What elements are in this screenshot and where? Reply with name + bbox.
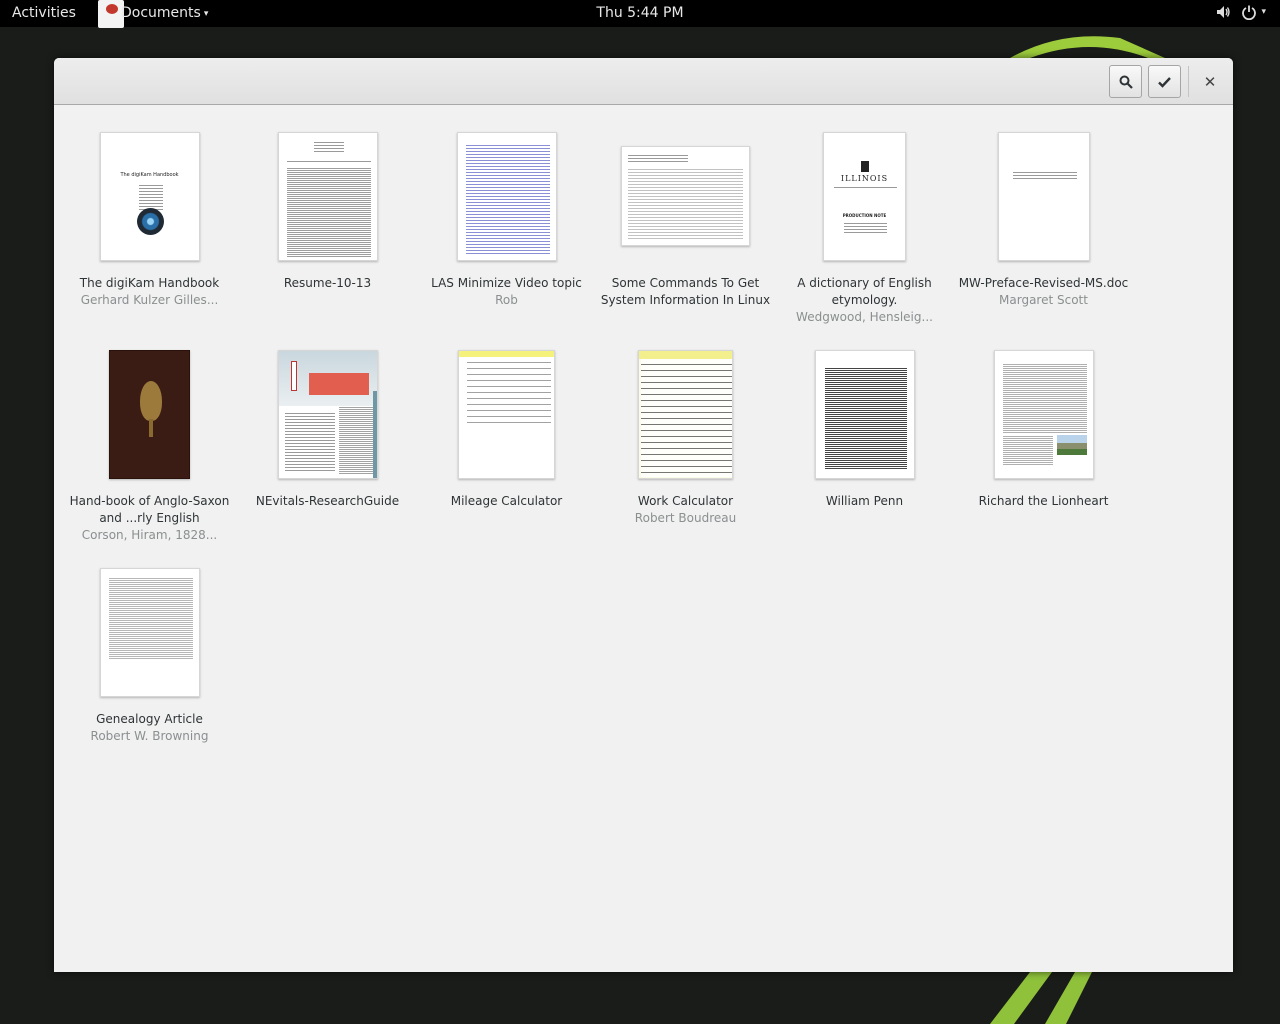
document-thumbnail	[621, 146, 750, 246]
document-title: Resume-10-13	[283, 276, 372, 290]
close-icon: ✕	[1203, 73, 1217, 91]
search-button[interactable]	[1109, 65, 1142, 98]
app-menu[interactable]: Documents ▾	[98, 0, 208, 28]
document-thumbnail	[109, 349, 190, 479]
thumbnail-note: PRODUCTION NOTE	[842, 212, 887, 218]
document-thumbnail	[277, 349, 378, 479]
document-tile[interactable]: Hand-book of Anglo-Saxon and ...rly Engl…	[60, 347, 239, 544]
clock[interactable]: Thu 5:44 PM	[596, 5, 683, 21]
document-tile[interactable]: Resume-10-13	[238, 129, 417, 292]
search-icon	[1119, 75, 1133, 89]
document-tile[interactable]: Work Calculator Robert Boudreau	[596, 347, 775, 527]
app-menu-label: Documents	[121, 5, 201, 21]
document-title: William Penn	[825, 494, 904, 508]
activities-button[interactable]: Activities	[12, 5, 76, 21]
document-tile[interactable]: Richard the Lionheart	[954, 347, 1133, 510]
document-author: Margaret Scott	[999, 293, 1088, 307]
document-thumbnail	[997, 131, 1090, 261]
thumbnail-institution: ILLINOIS	[840, 173, 889, 183]
digikam-logo-icon	[136, 207, 164, 235]
document-author: Corson, Hiram, 1828...	[81, 528, 218, 542]
selection-mode-button[interactable]	[1148, 65, 1181, 98]
header-bar: ✕	[54, 58, 1233, 105]
document-title: The digiKam Handbook	[79, 276, 220, 290]
document-title: Richard the Lionheart	[978, 494, 1109, 508]
document-thumbnail: ILLINOIS PRODUCTION NOTE	[823, 131, 906, 261]
document-title: Some Commands To Get System Information …	[600, 276, 771, 307]
thumbnail-title: The digiKam Handbook	[120, 171, 179, 178]
document-thumbnail	[277, 131, 378, 261]
document-thumbnail	[993, 349, 1094, 479]
document-title: Mileage Calculator	[450, 494, 563, 508]
document-thumbnail	[456, 131, 557, 261]
document-author: Wedgwood, Hensleig...	[796, 310, 933, 324]
document-tile[interactable]: Mileage Calculator	[417, 347, 596, 510]
document-tile[interactable]: Genealogy Article Robert W. Browning	[60, 565, 239, 745]
document-author: Gerhard Kulzer Gilles...	[80, 293, 219, 307]
document-title: Hand-book of Anglo-Saxon and ...rly Engl…	[69, 494, 230, 525]
document-author: Robert W. Browning	[90, 729, 209, 743]
document-title: MW-Preface-Revised-MS.doc	[958, 276, 1129, 290]
document-title: Genealogy Article	[96, 712, 203, 726]
document-thumbnail	[814, 349, 915, 479]
document-title: LAS Minimize Video topic	[431, 276, 582, 290]
system-tray[interactable]: ▾	[1215, 4, 1266, 20]
document-tile[interactable]: LAS Minimize Video topic Rob	[417, 129, 596, 309]
header-separator	[1188, 66, 1189, 97]
castle-photo-icon	[1056, 434, 1087, 455]
volume-icon[interactable]	[1215, 4, 1231, 20]
top-bar: Activities Documents ▾ Thu 5:44 PM ▾	[0, 0, 1280, 28]
book-cover-emblem-icon	[140, 380, 162, 421]
document-title: NEvitals-ResearchGuide	[255, 494, 400, 508]
document-thumbnail	[99, 567, 200, 697]
document-tile[interactable]: NEvitals-ResearchGuide	[238, 347, 417, 510]
document-tile[interactable]: MW-Preface-Revised-MS.doc Margaret Scott	[954, 129, 1133, 309]
document-author: Robert Boudreau	[634, 511, 737, 525]
checkmark-icon	[1158, 76, 1171, 88]
illinois-logo-icon	[861, 160, 869, 172]
document-author: Rob	[495, 293, 518, 307]
power-icon[interactable]	[1241, 4, 1257, 20]
document-tile[interactable]: William Penn	[775, 347, 954, 510]
document-thumbnail	[638, 349, 733, 479]
chevron-down-icon[interactable]: ▾	[1261, 7, 1266, 17]
document-thumbnail	[458, 349, 555, 479]
chevron-down-icon: ▾	[203, 9, 209, 19]
document-tile[interactable]: Some Commands To Get System Information …	[596, 129, 775, 309]
close-button[interactable]: ✕	[1197, 69, 1223, 95]
document-tile[interactable]: ILLINOIS PRODUCTION NOTE A dictionary of…	[775, 129, 954, 326]
document-tile[interactable]: The digiKam Handbook The digiKam Handboo…	[60, 129, 239, 309]
documents-grid: The digiKam Handbook The digiKam Handboo…	[54, 105, 1233, 972]
document-thumbnail: The digiKam Handbook	[99, 131, 200, 261]
documents-window: ✕ The digiKam Handbook The digiKam Handb…	[54, 58, 1233, 972]
document-title: A dictionary of English etymology.	[797, 276, 932, 307]
document-title: Work Calculator	[637, 494, 734, 508]
